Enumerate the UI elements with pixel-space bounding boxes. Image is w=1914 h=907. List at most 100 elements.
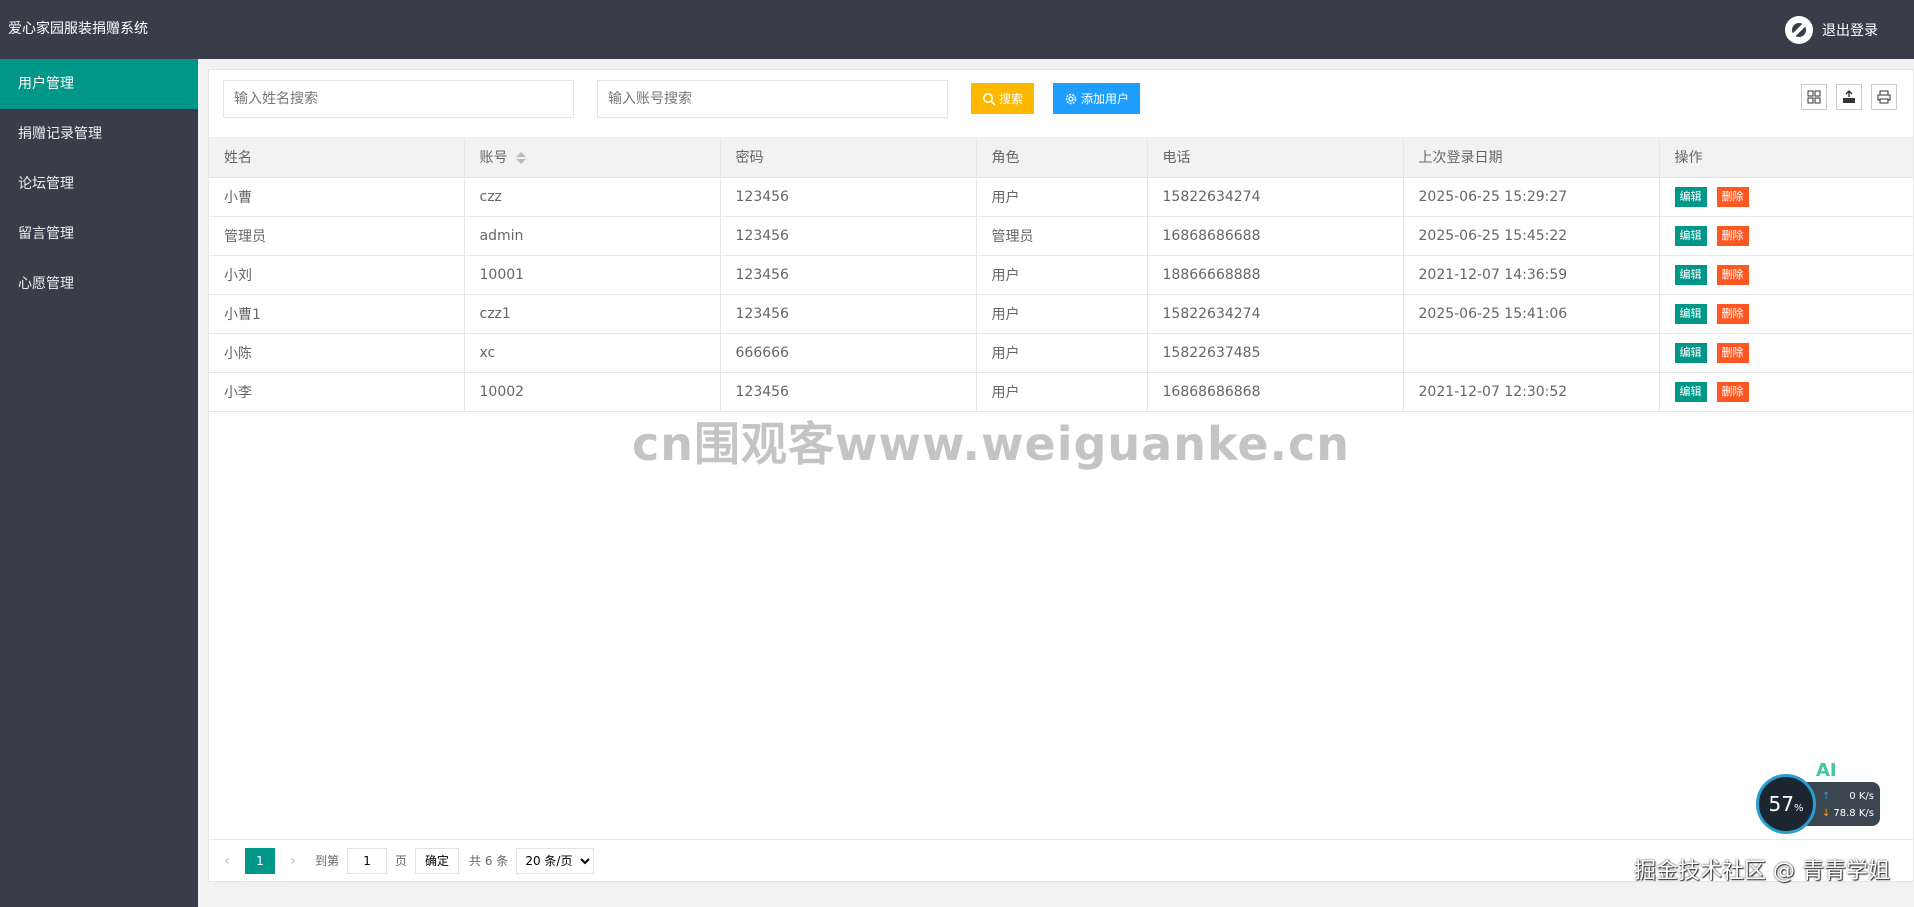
table-row: 小曹1 czz1 123456 用户 15822634274 2025-06-2… — [209, 294, 1913, 334]
goto-page-input[interactable] — [347, 847, 388, 874]
cell-last-login: 2021-12-07 12:30:52 — [1403, 372, 1660, 412]
column-header-actions: 操作 — [1659, 138, 1913, 178]
cell-role: 用户 — [976, 333, 1148, 373]
sidebar-item-messages[interactable]: 留言管理 — [0, 209, 198, 259]
goto-confirm-button[interactable]: 确定 — [415, 847, 460, 874]
page-size-select[interactable]: 20 条/页 — [516, 847, 595, 874]
table-row: 小刘 10001 123456 用户 18866668888 2021-12-0… — [209, 255, 1913, 295]
cell-role: 用户 — [976, 372, 1148, 412]
edit-button[interactable]: 编辑 — [1674, 186, 1707, 207]
cell-role: 用户 — [976, 294, 1148, 334]
cell-account: czz — [464, 177, 721, 217]
search-button[interactable]: 搜索 — [971, 83, 1035, 114]
sidebar-item-donation-records[interactable]: 捐赠记录管理 — [0, 109, 198, 159]
upload-arrow-icon: ↑ — [1822, 791, 1831, 802]
cell-password: 123456 — [720, 255, 977, 295]
cell-account: admin — [464, 216, 721, 256]
cell-name: 小李 — [209, 372, 465, 412]
next-page-button[interactable]: › — [279, 853, 307, 869]
print-icon — [1877, 90, 1891, 104]
cell-role: 用户 — [976, 255, 1148, 295]
cell-last-login: 2021-12-07 14:36:59 — [1403, 255, 1660, 295]
cell-phone: 15822637485 — [1147, 333, 1404, 373]
column-header-phone: 电话 — [1147, 138, 1404, 178]
cell-password: 123456 — [720, 372, 977, 412]
sidebar-item-forum[interactable]: 论坛管理 — [0, 159, 198, 209]
top-header: 爱心家园服装捐赠系统 退出登录 — [0, 0, 1914, 59]
cell-password: 123456 — [720, 216, 977, 256]
cell-last-login: 2025-06-25 15:41:06 — [1403, 294, 1660, 334]
total-count: 共 6 条 — [469, 854, 509, 868]
cell-password: 666666 — [720, 333, 977, 373]
account-search-input[interactable] — [597, 80, 948, 118]
table-row: 小曹 czz 123456 用户 15822634274 2025-06-25 … — [209, 177, 1913, 217]
delete-button[interactable]: 删除 — [1716, 264, 1749, 285]
goto-label: 到第 — [315, 854, 340, 868]
cell-password: 123456 — [720, 177, 977, 217]
logout-icon — [1785, 15, 1813, 44]
delete-button[interactable]: 删除 — [1716, 186, 1749, 207]
column-header-name: 姓名 — [209, 138, 465, 178]
edit-button[interactable]: 编辑 — [1674, 264, 1707, 285]
cell-phone: 15822634274 — [1147, 177, 1404, 217]
column-header-account[interactable]: 账号 — [464, 138, 721, 178]
delete-button[interactable]: 删除 — [1716, 342, 1749, 363]
cell-account: czz1 — [464, 294, 721, 334]
cell-phone: 15822634274 — [1147, 294, 1404, 334]
sort-icon[interactable] — [515, 152, 526, 165]
export-button[interactable] — [1836, 84, 1862, 110]
delete-button[interactable]: 删除 — [1716, 303, 1749, 324]
gauge-percent-unit: % — [1793, 803, 1804, 814]
gear-icon — [1065, 93, 1077, 104]
column-filter-button[interactable] — [1801, 84, 1827, 110]
cell-name: 小陈 — [209, 333, 465, 373]
download-unit: K/s — [1858, 808, 1874, 819]
search-button-label: 搜索 — [999, 92, 1024, 106]
cell-account: 10002 — [464, 372, 721, 412]
cell-phone: 16868686688 — [1147, 216, 1404, 256]
user-table: 姓名 账号 密码 角色 电话 上次登录日期 操作 小曹 czz 123456 用… — [209, 138, 1913, 412]
download-row: ↓ 78.8 K/s — [1822, 805, 1874, 822]
cell-account: 10001 — [464, 255, 721, 295]
cell-name: 小曹1 — [209, 294, 465, 334]
edit-button[interactable]: 编辑 — [1674, 342, 1707, 363]
column-filter-icon — [1807, 90, 1821, 104]
cell-role: 用户 — [976, 177, 1148, 217]
delete-button[interactable]: 删除 — [1716, 381, 1749, 402]
name-search-input[interactable] — [223, 80, 574, 118]
prev-page-button[interactable]: ‹ — [213, 853, 241, 869]
sidebar-item-wishes[interactable]: 心愿管理 — [0, 259, 198, 309]
delete-button[interactable]: 删除 — [1716, 225, 1749, 246]
edit-button[interactable]: 编辑 — [1674, 225, 1707, 246]
cell-last-login — [1403, 333, 1660, 373]
add-user-button[interactable]: 添加用户 — [1053, 83, 1141, 114]
app-title: 爱心家园服装捐赠系统 — [8, 21, 148, 37]
upload-speed: 0 — [1849, 791, 1856, 802]
cell-account: xc — [464, 333, 721, 373]
cell-actions: 编辑 删除 — [1659, 294, 1913, 334]
table-row: 小陈 xc 666666 用户 15822637485 编辑 删除 — [209, 333, 1913, 373]
network-speed-widget[interactable]: 57% ↑ 0 K/s ↓ 78.8 K/s — [1756, 774, 1880, 834]
print-button[interactable] — [1871, 84, 1897, 110]
column-header-last-login: 上次登录日期 — [1403, 138, 1660, 178]
page-number-current[interactable]: 1 — [245, 847, 275, 874]
export-icon — [1843, 90, 1855, 103]
table-toolbar: 搜索 添加用户 — [209, 70, 1913, 138]
column-header-password: 密码 — [720, 138, 977, 178]
cell-role: 管理员 — [976, 216, 1148, 256]
logout-button[interactable]: 退出登录 — [1785, 0, 1878, 59]
upload-row: ↑ 0 K/s — [1822, 788, 1874, 805]
edit-button[interactable]: 编辑 — [1674, 381, 1707, 402]
footer-watermark: 掘金技术社区 @ 青青学姐 — [1634, 859, 1890, 884]
user-table-panel: 搜索 添加用户 姓名 账号 — [208, 69, 1914, 882]
sidebar-item-user-management[interactable]: 用户管理 — [0, 59, 198, 109]
cell-name: 小曹 — [209, 177, 465, 217]
edit-button[interactable]: 编辑 — [1674, 303, 1707, 324]
cell-name: 小刘 — [209, 255, 465, 295]
logout-label: 退出登录 — [1822, 22, 1878, 39]
table-row: 小李 10002 123456 用户 16868686868 2021-12-0… — [209, 372, 1913, 412]
cell-password: 123456 — [720, 294, 977, 334]
download-speed: 78.8 — [1833, 808, 1856, 819]
cell-phone: 18866668888 — [1147, 255, 1404, 295]
column-header-role: 角色 — [976, 138, 1148, 178]
